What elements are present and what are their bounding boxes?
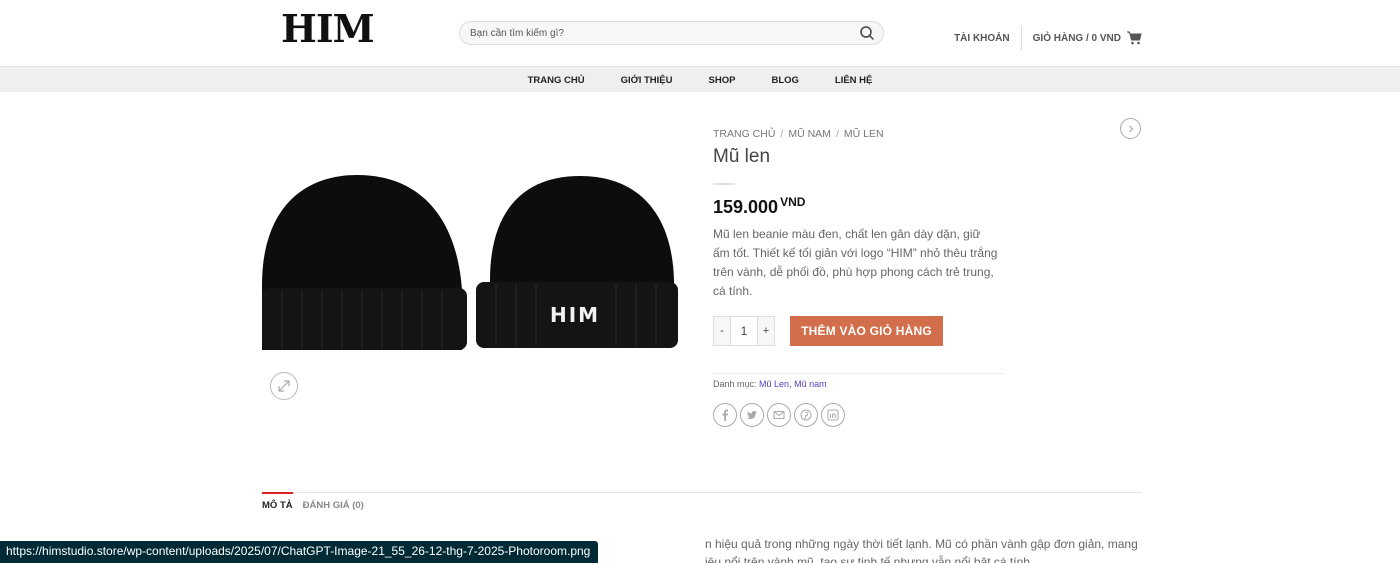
expand-icon <box>278 380 290 392</box>
product-title: Mũ len <box>713 146 771 167</box>
nav-item-shop[interactable]: SHOP <box>691 75 754 86</box>
tabs-divider <box>262 492 1142 493</box>
search-icon[interactable] <box>859 25 875 41</box>
breadcrumb-separator: / <box>780 128 784 140</box>
cart-icon <box>1127 31 1142 45</box>
category-links[interactable]: Mũ Len, Mũ nam <box>759 379 827 389</box>
zoom-button[interactable] <box>270 372 298 400</box>
tab-reviews[interactable]: ĐÁNH GIÁ (0) <box>303 492 364 516</box>
search-bar <box>459 21 884 45</box>
breadcrumb-separator: / <box>835 128 839 140</box>
search-input[interactable] <box>460 22 840 44</box>
pinterest-icon <box>800 409 812 421</box>
link-status-url: https://himstudio.store/wp-content/uploa… <box>0 541 599 563</box>
product-image[interactable]: HIM <box>262 150 682 360</box>
linkedin-share-button[interactable] <box>821 403 845 427</box>
account-link[interactable]: TÀI KHOẢN <box>954 26 1022 50</box>
cart-label: GIỎ HÀNG / 0 VND <box>1032 32 1121 44</box>
facebook-share-button[interactable] <box>713 403 737 427</box>
price-amount: 159.000 <box>713 197 779 217</box>
product-summary: TRANG CHỦ / MŨ NAM / MŨ LEN Mũ len 159.0… <box>713 128 1003 427</box>
tab-description-content: n hiệu quả trong những ngày thời tiết lạ… <box>705 535 1145 563</box>
nav-item-home[interactable]: TRANG CHỦ <box>510 75 603 86</box>
breadcrumb-category[interactable]: MŨ NAM <box>788 128 831 140</box>
chevron-right-icon <box>1128 125 1133 132</box>
category-label: Danh mục: <box>713 379 757 389</box>
pinterest-share-button[interactable] <box>794 403 818 427</box>
share-icons <box>713 403 1003 427</box>
product-meta: Danh mục: Mũ Len, Mũ nam <box>713 373 1003 389</box>
nav-item-blog[interactable]: BLOG <box>753 75 816 86</box>
breadcrumb: TRANG CHỦ / MŨ NAM / MŨ LEN <box>713 128 1003 140</box>
breadcrumb-subcategory[interactable]: MŨ LEN <box>844 128 884 140</box>
add-to-cart-button[interactable]: THÊM VÀO GIỎ HÀNG <box>790 316 943 346</box>
product-tabs: MÔ TẢ ĐÁNH GIÁ (0) <box>262 492 364 516</box>
facebook-icon <box>722 409 728 421</box>
breadcrumb-home[interactable]: TRANG CHỦ <box>713 128 775 140</box>
quantity-minus-button[interactable]: - <box>714 317 730 345</box>
linkedin-icon <box>827 409 839 421</box>
title-divider <box>713 183 735 185</box>
next-product-button[interactable] <box>1120 118 1141 139</box>
quantity-input[interactable]: 1 <box>730 317 758 345</box>
description-line: n hiệu quả trong những ngày thời tiết lạ… <box>705 537 1138 551</box>
nav-item-contact[interactable]: LIÊN HỆ <box>817 75 890 86</box>
nav-item-about[interactable]: GIỚI THIỆU <box>603 75 691 86</box>
tab-description[interactable]: MÔ TẢ <box>262 492 293 516</box>
product-price: 159.000 VND <box>713 195 1003 218</box>
product-description: Mũ len beanie màu đen, chất len gân dày … <box>713 227 998 298</box>
quantity-plus-button[interactable]: + <box>758 317 774 345</box>
main-nav: TRANG CHỦ GIỚI THIỆU SHOP BLOG LIÊN HỆ <box>0 66 1400 92</box>
cart-link[interactable]: GIỎ HÀNG / 0 VND <box>1022 26 1142 50</box>
email-share-button[interactable] <box>767 403 791 427</box>
header-actions: TÀI KHOẢN GIỎ HÀNG / 0 VND <box>954 26 1142 50</box>
site-header: HIM TÀI KHOẢN GIỎ HÀNG / 0 VND <box>0 0 1400 66</box>
add-to-cart-form: - 1 + THÊM VÀO GIỎ HÀNG <box>713 316 1003 346</box>
quantity-stepper: - 1 + <box>713 316 775 346</box>
twitter-share-button[interactable] <box>740 403 764 427</box>
site-logo[interactable]: HIM <box>281 10 375 48</box>
price-currency: VND <box>780 195 806 209</box>
hat-logo-text: HIM <box>550 303 600 327</box>
email-icon <box>773 411 785 419</box>
twitter-icon <box>747 411 757 420</box>
description-line: iêu nổi trên vành mũ, tạo sự tinh tế như… <box>705 555 1034 563</box>
